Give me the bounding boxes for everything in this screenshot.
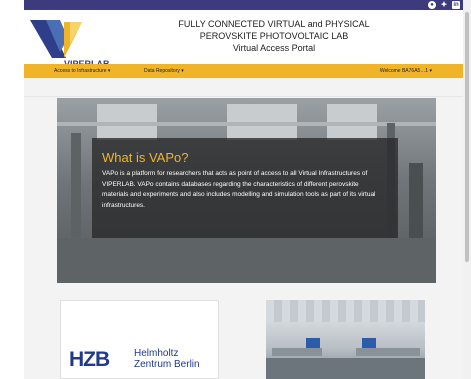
hero-title: What is VAPo? xyxy=(102,150,189,165)
lab-desk xyxy=(356,348,420,356)
title-line-3: Virtual Access Portal xyxy=(232,43,316,53)
hzb-name-line-2: Zentrum Berlin xyxy=(134,359,200,370)
title-line-2: PEROVSKITE PHOTOVOLTAIC LAB xyxy=(199,31,349,41)
twitter-icon[interactable]: ✦ xyxy=(440,1,448,9)
lab-floor xyxy=(266,358,425,379)
github-icon[interactable]: ● xyxy=(428,1,436,9)
portal-title: FULLY CONNECTED VIRTUAL and PHYSICAL PER… xyxy=(124,18,424,54)
scrollbar-thumb[interactable] xyxy=(465,12,469,262)
hzb-logo-name: Helmholtz Zentrum Berlin xyxy=(134,348,200,370)
lab-ceiling xyxy=(266,300,425,322)
lab-monitor xyxy=(306,338,320,348)
social-bar: ● ✦ in ◎ xyxy=(24,0,471,10)
lab-monitor xyxy=(362,338,376,348)
hero-info-box: What is VAPo? VAPo is a platform for res… xyxy=(92,138,398,238)
nav-user-menu[interactable]: Welcome BA76A5…1 ▾ xyxy=(380,68,432,74)
viperlab-logo-mark xyxy=(30,20,82,58)
lab-bench xyxy=(57,238,436,283)
lab-desk xyxy=(272,348,322,356)
nav-data-repository[interactable]: Data Repository ▾ xyxy=(144,68,184,74)
site-header: VIPERLAB FULLY CONNECTED VIRTUAL and PHY… xyxy=(24,10,464,69)
lab-photo-card[interactable] xyxy=(266,300,425,379)
section-divider xyxy=(24,96,464,97)
title-line-1: FULLY CONNECTED VIRTUAL and PHYSICAL xyxy=(178,19,370,29)
main-nav: Access to Infrastructure ▾ Data Reposito… xyxy=(24,64,464,78)
hzb-partner-card[interactable]: HZB Helmholtz Zentrum Berlin xyxy=(60,300,219,379)
hero-description: VAPo is a platform for researchers that … xyxy=(102,170,376,209)
nav-access-to-infrastructure[interactable]: Access to Infrastructure ▾ xyxy=(54,68,110,74)
hzb-name-line-1: Helmholtz xyxy=(134,348,179,359)
hzb-logo-mark: HZB xyxy=(69,348,110,371)
viperlab-logo[interactable] xyxy=(30,16,102,62)
linkedin-icon[interactable]: in xyxy=(452,1,460,9)
lab-beam xyxy=(57,122,436,126)
